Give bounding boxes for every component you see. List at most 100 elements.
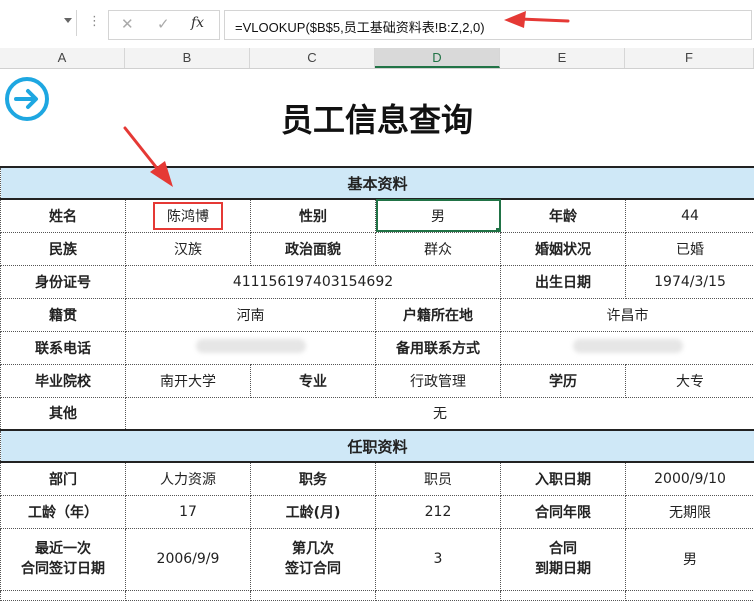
cell-label[interactable]: 姓名 <box>0 198 126 233</box>
cell-phone-redacted[interactable] <box>125 330 376 365</box>
cell-value[interactable]: 南开大学 <box>125 363 251 398</box>
table-row: 其他 无 <box>0 396 754 431</box>
insert-function-icon[interactable]: fx <box>191 15 204 31</box>
cell-label[interactable]: 专业 <box>250 363 376 398</box>
column-header-e[interactable]: E <box>500 48 625 68</box>
table-row: 部门 人力资源 职务 职员 入职日期 2000/9/10 <box>0 461 754 496</box>
cell-value[interactable]: 2000/9/10 <box>624 461 754 496</box>
cell-value[interactable]: 2006/9/9 <box>125 527 251 591</box>
cell-label[interactable]: 户籍所在地 <box>375 297 501 332</box>
table-row: 工龄（年） 17 工龄(月) 212 合同年限 无期限 <box>0 494 754 529</box>
label-line: 最近一次 <box>35 541 91 557</box>
cell-backup-redacted[interactable] <box>499 330 754 365</box>
cell-label[interactable]: 合同 到期日期 <box>500 527 626 591</box>
cell-label[interactable]: 籍贯 <box>0 297 126 332</box>
fill-handle[interactable] <box>496 227 500 231</box>
table-row: 联系电话 备用联系方式 <box>0 330 754 365</box>
label-line: 签订合同 <box>285 561 341 577</box>
table-row: 毕业院校 南开大学 专业 行政管理 学历 大专 <box>0 363 754 398</box>
column-header-f[interactable]: F <box>625 48 754 68</box>
table-row: 姓名 陈鸿博 性别 男 年龄 44 <box>0 198 754 233</box>
cancel-icon[interactable]: ✕ <box>121 15 134 33</box>
cell-value[interactable]: 人力资源 <box>125 461 251 496</box>
cell-value[interactable]: 汉族 <box>125 231 251 266</box>
cell-gender-selected[interactable]: 男 <box>375 198 501 233</box>
cell-label[interactable]: 第几次 签订合同 <box>250 527 376 591</box>
cell-label[interactable]: 部门 <box>0 461 126 496</box>
section-job-title: 任职资料 <box>0 429 754 463</box>
gender-value: 男 <box>431 208 445 225</box>
label-line: 合同签订日期 <box>21 561 105 577</box>
cell-label[interactable]: 联系电话 <box>0 330 126 365</box>
section-row: 任职资料 <box>0 429 754 463</box>
table-row: 籍贯 河南 户籍所在地 许昌市 <box>0 297 754 332</box>
section-row: 基本资料 <box>0 166 754 200</box>
cell-value[interactable]: 行政管理 <box>375 363 501 398</box>
chevron-down-icon[interactable] <box>64 18 72 23</box>
cell-label[interactable]: 工龄（年） <box>0 494 126 529</box>
cell-label[interactable]: 年龄 <box>500 198 626 233</box>
name-value: 陈鸿博 <box>153 201 223 230</box>
cell-label[interactable]: 其他 <box>0 396 126 431</box>
cell-value[interactable]: 17 <box>125 494 251 529</box>
table-row: 身份证号 411156197403154692 出生日期 1974/3/15 <box>0 264 754 299</box>
column-header-c[interactable]: C <box>250 48 375 68</box>
cell-label[interactable]: 入职日期 <box>500 461 626 496</box>
section-basic-title: 基本资料 <box>0 166 754 200</box>
cell-label[interactable]: 民族 <box>0 231 126 266</box>
column-header-b[interactable]: B <box>125 48 250 68</box>
cell-label[interactable]: 性别 <box>250 198 376 233</box>
label-line: 合同 <box>549 541 577 557</box>
formula-bar: ⋮ ✕ ✓ fx =VLOOKUP($B$5,员工基础资料表!B:Z,2,0) <box>0 0 754 49</box>
cell-value[interactable]: 212 <box>375 494 501 529</box>
label-line: 第几次 <box>292 541 334 557</box>
cell-value[interactable]: 无 <box>124 396 754 431</box>
more-icon[interactable]: ⋮ <box>88 14 101 29</box>
page-title: 员工信息查询 <box>280 101 473 139</box>
formula-buttons: ✕ ✓ fx <box>108 10 220 40</box>
column-header-a[interactable]: A <box>0 48 125 68</box>
table-row <box>0 589 754 601</box>
cell-value[interactable]: 许昌市 <box>499 297 754 332</box>
cell-empty[interactable] <box>250 589 376 601</box>
formula-input[interactable]: =VLOOKUP($B$5,员工基础资料表!B:Z,2,0) <box>224 10 752 40</box>
cell-label[interactable]: 出生日期 <box>500 264 626 299</box>
cell-label[interactable]: 合同年限 <box>500 494 626 529</box>
cell-value[interactable]: 大专 <box>624 363 754 398</box>
cell-label[interactable]: 学历 <box>500 363 626 398</box>
cell-value[interactable]: 群众 <box>375 231 501 266</box>
column-header-row: A B C D E F <box>0 48 754 69</box>
cell-label[interactable]: 身份证号 <box>0 264 126 299</box>
enter-icon[interactable]: ✓ <box>157 15 170 33</box>
cell-label[interactable]: 最近一次合同签订日期 <box>0 527 126 591</box>
cell-label[interactable]: 婚姻状况 <box>500 231 626 266</box>
cell-value[interactable]: 职员 <box>375 461 501 496</box>
cell-empty[interactable] <box>375 589 501 601</box>
cell-value[interactable]: 411156197403154692 <box>125 264 501 299</box>
cell-empty[interactable] <box>500 589 626 601</box>
cell-value[interactable]: 3 <box>375 527 501 591</box>
cell-label[interactable]: 备用联系方式 <box>375 330 501 365</box>
table-row: 民族 汉族 政治面貌 群众 婚姻状况 已婚 <box>0 231 754 266</box>
cell-label[interactable]: 毕业院校 <box>0 363 126 398</box>
cell-label[interactable]: 职务 <box>250 461 376 496</box>
cell-value[interactable]: 男 <box>624 527 754 591</box>
cell-value[interactable]: 无期限 <box>624 494 754 529</box>
formula-text: =VLOOKUP($B$5,员工基础资料表!B:Z,2,0) <box>235 20 485 35</box>
cell-name[interactable]: 陈鸿博 <box>125 198 251 233</box>
cell-value[interactable]: 1974/3/15 <box>624 264 754 299</box>
redacted-blur <box>572 338 683 353</box>
cell-label[interactable]: 政治面貌 <box>250 231 376 266</box>
cell-value[interactable]: 已婚 <box>624 231 754 266</box>
cell-label[interactable]: 工龄(月) <box>250 494 376 529</box>
cell-empty[interactable] <box>0 589 126 601</box>
cell-empty[interactable] <box>125 589 251 601</box>
table-row: 最近一次合同签订日期 2006/9/9 第几次签订合同 3 合同 到期日期 男 <box>0 527 754 591</box>
employee-info-table: 基本资料 姓名 陈鸿博 性别 男 年龄 44 民族 汉族 政治面貌 群众 婚姻状… <box>0 166 754 601</box>
cell-empty[interactable] <box>624 589 754 601</box>
column-header-d[interactable]: D <box>375 48 500 68</box>
worksheet: 员工信息查询 基本资料 姓名 陈鸿博 性别 男 年龄 44 民族 汉族 政治面貌… <box>0 69 754 603</box>
cell-value[interactable]: 河南 <box>125 297 376 332</box>
cell-value[interactable]: 44 <box>624 198 754 233</box>
name-box[interactable] <box>0 10 77 36</box>
